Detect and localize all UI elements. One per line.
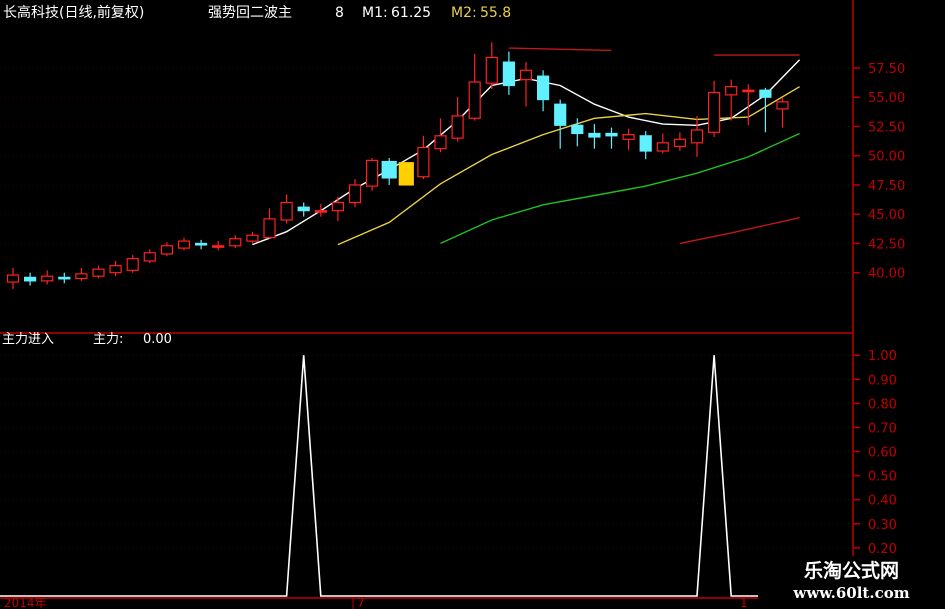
candle-body — [212, 245, 225, 248]
indicator-name: 强势回二波主 — [208, 5, 292, 21]
m2-label: M2: — [451, 5, 477, 21]
candle-body — [451, 115, 464, 139]
candle-body — [554, 103, 567, 126]
candle-body — [707, 91, 721, 133]
year-label: 2014年 — [4, 596, 47, 609]
candle-body — [160, 245, 173, 255]
watermark-name: 乐淘公式网 — [803, 560, 899, 582]
month-label: 7 — [357, 596, 365, 609]
candle-body — [41, 275, 54, 282]
candle-body — [381, 160, 397, 179]
candle-body — [58, 276, 71, 280]
candle-body — [536, 75, 550, 101]
price-tick-label: 57.50 — [868, 62, 905, 77]
candle-body — [776, 101, 789, 110]
candle-body — [571, 124, 584, 135]
m2-value: 55.8 — [480, 5, 511, 21]
candle-body — [690, 129, 704, 144]
candle-body — [622, 134, 635, 140]
indicator-tick-label: 0.60 — [868, 446, 897, 461]
candle-body — [331, 201, 344, 212]
stock-chart[interactable]: 40.00 42.50 45.00 47.50 50.00 52.50 55.00 57.50… — [0, 0, 945, 609]
candle-body — [502, 61, 515, 87]
price-tick-label: 55.00 — [868, 91, 905, 106]
price-tick-label: 40.00 — [868, 267, 905, 282]
indicator-tick-label: 0.50 — [868, 470, 897, 485]
indicator-tick-label: 0.20 — [868, 542, 897, 557]
candle-body — [742, 89, 755, 93]
candle-body — [656, 142, 669, 152]
candle-body — [6, 274, 20, 283]
indicator-tick-label: 0.80 — [868, 397, 897, 412]
candle-body — [348, 184, 362, 204]
price-tick-label: 52.50 — [868, 120, 905, 135]
candle-body — [725, 86, 738, 96]
candle-body — [24, 276, 37, 282]
indicator-value-label: 主力: — [93, 332, 123, 347]
candle-body — [263, 218, 276, 239]
candle-body — [92, 268, 105, 277]
candle-body — [639, 135, 652, 152]
candle-body — [519, 69, 533, 81]
candle-body — [297, 206, 310, 212]
candle-body — [229, 238, 242, 247]
price-tick-label: 42.50 — [868, 237, 905, 252]
watermark-url[interactable]: www.60lt.com — [758, 584, 945, 602]
indicator-tick-label: 0.30 — [868, 518, 897, 533]
price-tick-label: 47.50 — [868, 179, 905, 194]
candle-body — [246, 234, 259, 242]
candle-body — [605, 132, 618, 137]
candle-body — [314, 210, 327, 213]
indicator-value: 0.00 — [143, 332, 172, 347]
indicator-title: 主力进入 — [2, 332, 54, 347]
candle-body — [398, 162, 414, 186]
indicator-tick-label: 0.70 — [868, 421, 897, 436]
candle-body — [177, 240, 191, 249]
candle-body — [195, 242, 208, 246]
indicator-tick-label: 0.40 — [868, 494, 897, 509]
candle-body — [588, 132, 601, 138]
price-tick-label: 45.00 — [868, 208, 905, 223]
candle-body — [468, 81, 481, 119]
candle-body — [434, 135, 447, 150]
end-label: 1 — [740, 596, 748, 609]
candle-body — [417, 146, 430, 178]
candle-body — [759, 89, 772, 98]
indicator-tick-label: 0.90 — [868, 373, 897, 388]
candle-body — [366, 159, 379, 187]
m1-value: 61.25 — [391, 5, 431, 21]
candle-body — [485, 56, 498, 84]
m1-label: M1: — [362, 5, 388, 21]
candle-body — [109, 265, 122, 274]
price-tick-label: 50.00 — [868, 150, 905, 165]
indicator-tick-label: 1.00 — [868, 349, 897, 364]
candle-body — [143, 252, 156, 262]
indicator-param: 8 — [335, 5, 344, 21]
chart-title: 长高科技(日线,前复权) — [3, 4, 144, 21]
candle-body — [280, 201, 293, 221]
candle-body — [126, 258, 139, 271]
candle-body — [75, 273, 88, 280]
candle-body — [673, 138, 687, 147]
